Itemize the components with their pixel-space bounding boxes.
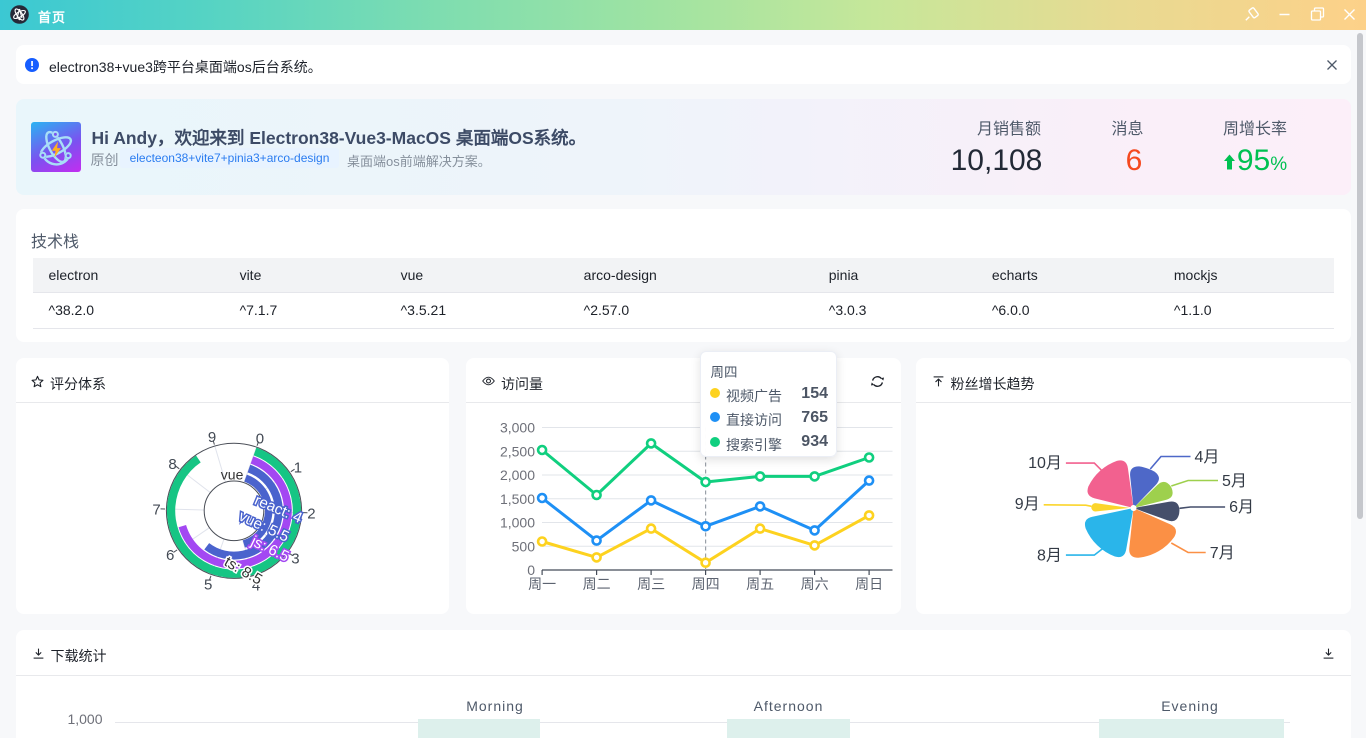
svg-text:7: 7 bbox=[152, 501, 160, 518]
svg-text:周一: 周一 bbox=[528, 576, 556, 592]
svg-text:周日: 周日 bbox=[855, 576, 883, 592]
svg-text:5: 5 bbox=[203, 576, 211, 593]
svg-text:9: 9 bbox=[207, 429, 215, 446]
svg-text:7月: 7月 bbox=[1209, 545, 1234, 562]
svg-text:vue: vue bbox=[220, 467, 243, 483]
svg-text:9月: 9月 bbox=[1014, 496, 1039, 513]
svg-text:6: 6 bbox=[165, 547, 173, 564]
svg-text:周二: 周二 bbox=[582, 576, 610, 592]
svg-text:周六: 周六 bbox=[800, 576, 828, 592]
svg-text:10月: 10月 bbox=[1028, 455, 1062, 472]
svg-text:3,000: 3,000 bbox=[499, 420, 534, 436]
svg-text:2,500: 2,500 bbox=[499, 443, 534, 459]
svg-text:周五: 周五 bbox=[746, 576, 774, 592]
svg-text:周三: 周三 bbox=[637, 576, 665, 592]
svg-text:1: 1 bbox=[293, 459, 301, 476]
svg-text:周四: 周四 bbox=[691, 576, 719, 592]
svg-text:1,000: 1,000 bbox=[499, 515, 534, 531]
svg-text:6月: 6月 bbox=[1229, 499, 1254, 516]
svg-text:5月: 5月 bbox=[1222, 473, 1247, 490]
svg-text:4月: 4月 bbox=[1194, 449, 1219, 466]
svg-text:1,500: 1,500 bbox=[499, 491, 534, 507]
svg-text:2,000: 2,000 bbox=[499, 467, 534, 483]
svg-text:8月: 8月 bbox=[1036, 548, 1061, 565]
svg-text:0: 0 bbox=[255, 430, 263, 447]
svg-text:2: 2 bbox=[307, 505, 315, 522]
svg-text:8: 8 bbox=[168, 456, 176, 473]
svg-text:3: 3 bbox=[291, 550, 299, 567]
svg-text:500: 500 bbox=[511, 538, 535, 554]
